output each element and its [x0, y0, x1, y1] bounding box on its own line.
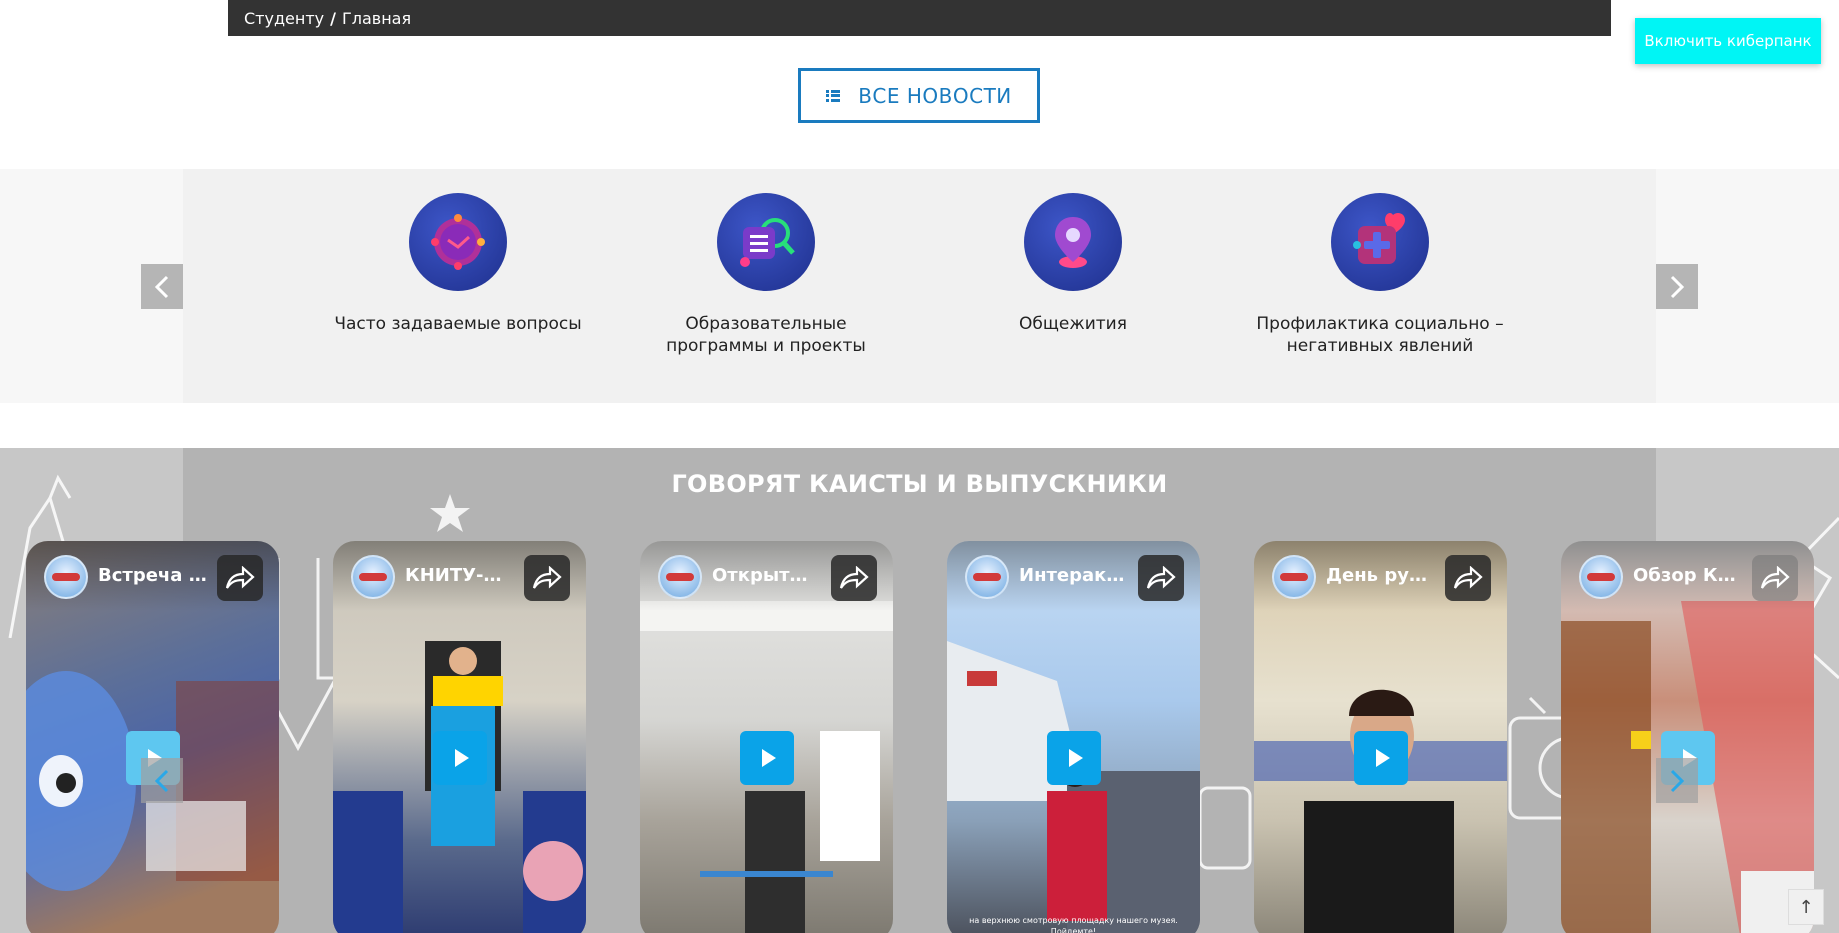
chevron-left-icon: [154, 769, 169, 792]
play-button[interactable]: [1354, 731, 1408, 785]
breadcrumb-link-student[interactable]: Студенту: [244, 9, 324, 28]
all-news-button[interactable]: ВСЕ НОВОСТИ: [798, 68, 1040, 123]
avatar: [351, 555, 395, 599]
video-card[interactable]: День русского языка: [1254, 541, 1507, 933]
share-button[interactable]: [1138, 555, 1184, 601]
play-button[interactable]: [1047, 731, 1101, 785]
avatar: [965, 555, 1009, 599]
cyberpunk-toggle-button[interactable]: Включить киберпанк: [1635, 18, 1821, 64]
avatar: [1272, 555, 1316, 599]
services-next-button[interactable]: [1656, 264, 1698, 309]
chevron-right-icon: [1670, 769, 1685, 792]
avatar: [1579, 555, 1623, 599]
service-item-dormitories[interactable]: Общежития: [943, 193, 1203, 335]
chevron-right-icon: [1670, 275, 1685, 298]
share-button[interactable]: [524, 555, 570, 601]
share-icon: [1146, 566, 1176, 589]
list-icon: [826, 90, 840, 102]
service-label: Часто задаваемые вопросы: [334, 314, 582, 334]
video-title: Встреча и.о. ректора: [98, 565, 208, 586]
video-card[interactable]: КНИТУ-КАИ: [333, 541, 586, 933]
clock-icon: [409, 193, 507, 291]
testimonials-prev-button[interactable]: [141, 758, 183, 803]
share-icon: [1453, 566, 1483, 589]
service-label: Профилактика социально – негативных явле…: [1256, 314, 1504, 356]
all-news-label: ВСЕ НОВОСТИ: [858, 83, 1012, 108]
share-icon: [532, 566, 562, 589]
chevron-left-icon: [154, 275, 169, 298]
services-carousel: [0, 169, 1839, 403]
service-label: Образовательные программы и проекты: [666, 314, 866, 356]
video-title: Открытый урок: [712, 565, 822, 586]
video-title: Обзор КАИ: [1633, 565, 1743, 586]
medical-plus-heart-icon: [1331, 193, 1429, 291]
breadcrumb: Студенту / Главная: [228, 0, 1611, 36]
video-caption: на верхнюю смотровую площадку нашего муз…: [969, 916, 1178, 933]
share-icon: [1760, 566, 1790, 589]
star-doodle-icon: [430, 494, 470, 532]
avatar: [658, 555, 702, 599]
play-button[interactable]: [740, 731, 794, 785]
share-button[interactable]: [217, 555, 263, 601]
play-button[interactable]: [433, 731, 487, 785]
video-title: Интерактивный музей: [1019, 565, 1129, 586]
share-button[interactable]: [1445, 555, 1491, 601]
service-item-faq[interactable]: Часто задаваемые вопросы: [328, 193, 588, 335]
share-button[interactable]: [831, 555, 877, 601]
search-list-icon: [717, 193, 815, 291]
video-card[interactable]: Встреча и.о. ректора: [26, 541, 279, 933]
testimonials-next-button[interactable]: [1656, 758, 1698, 803]
breadcrumb-current: Главная: [341, 8, 412, 28]
breadcrumb-separator: /: [330, 8, 336, 28]
services-prev-button[interactable]: [141, 264, 183, 309]
share-icon: [839, 566, 869, 589]
avatar: [44, 555, 88, 599]
service-item-programs[interactable]: Образовательные программы и проекты: [636, 193, 896, 357]
section-title: ГОВОРЯТ КАИСТЫ И ВЫПУСКНИКИ: [671, 470, 1168, 498]
video-title: День русского языка: [1326, 565, 1436, 586]
scroll-top-button[interactable]: ↑: [1788, 889, 1824, 925]
service-item-prevention[interactable]: Профилактика социально – негативных явле…: [1250, 193, 1510, 357]
video-card[interactable]: Интерактивный музей на верхнюю смотровую…: [947, 541, 1200, 933]
camera-doodle-icon: [1198, 786, 1252, 870]
location-pin-icon: [1024, 193, 1122, 291]
video-card[interactable]: Открытый урок: [640, 541, 893, 933]
video-card[interactable]: Обзор КАИ: [1561, 541, 1814, 933]
testimonials-section: ГОВОРЯТ КАИСТЫ И ВЫПУСКНИКИ Встреча и.о.…: [0, 448, 1839, 933]
share-button[interactable]: [1752, 555, 1798, 601]
share-icon: [225, 566, 255, 589]
service-label: Общежития: [1019, 314, 1127, 334]
video-title: КНИТУ-КАИ: [405, 565, 515, 586]
